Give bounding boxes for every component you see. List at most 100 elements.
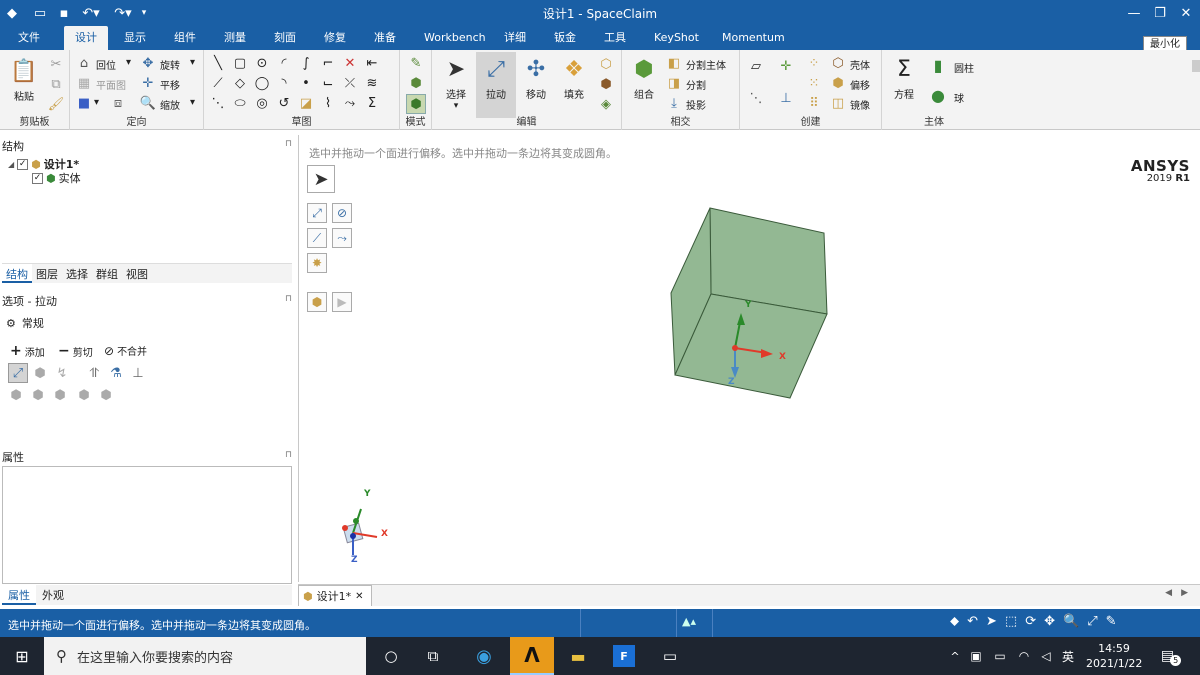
copy-icon[interactable]: ⧉ bbox=[48, 76, 64, 92]
split-body-button[interactable]: 分割主体 bbox=[686, 57, 726, 72]
no-merge-option[interactable]: ⊘ 不合并 bbox=[104, 343, 147, 359]
cortana-icon[interactable]: ○ bbox=[372, 637, 410, 675]
blend-icon[interactable]: ⬡ bbox=[598, 56, 614, 72]
notification-icon[interactable]: ▤ 5 bbox=[1156, 637, 1186, 675]
offset-button[interactable]: 偏移 bbox=[850, 77, 870, 92]
tab-momentum[interactable]: Momentum bbox=[716, 26, 791, 50]
select-mode-icon[interactable]: ⬥ bbox=[950, 614, 959, 629]
undo-select-icon[interactable]: ↶ bbox=[967, 614, 978, 629]
face-curve-icon[interactable]: ◪ bbox=[298, 95, 314, 111]
option-b-icon[interactable]: ⬢ bbox=[30, 387, 46, 403]
sketch-mode-icon[interactable]: ✎ bbox=[408, 55, 424, 71]
split-body-icon[interactable]: ◧ bbox=[666, 55, 682, 71]
pull-option-icon[interactable]: ⬢ bbox=[32, 365, 48, 381]
circle-icon[interactable]: ⊙ bbox=[254, 55, 270, 71]
fill-button[interactable]: ❖ 填充 bbox=[556, 54, 592, 102]
tweak-face-icon[interactable]: ◈ bbox=[598, 96, 614, 112]
plane-view-icon[interactable]: ▦ bbox=[76, 75, 92, 91]
home-icon[interactable]: ⌂ bbox=[76, 55, 92, 71]
plane-icon[interactable]: ▱ bbox=[748, 58, 764, 74]
expand-icon[interactable]: ◢ bbox=[8, 160, 14, 169]
option-e-icon[interactable]: ⬢ bbox=[98, 387, 114, 403]
tab-scroll-right-icon[interactable]: ▶ bbox=[1181, 588, 1188, 598]
draft-option-icon[interactable]: ⚗ bbox=[108, 365, 124, 381]
cursor-mode-icon[interactable]: ➤ bbox=[986, 614, 997, 629]
construction-line-icon[interactable]: ⋱ bbox=[210, 95, 226, 111]
tab-keyshot[interactable]: KeyShot bbox=[648, 26, 705, 50]
wifi-icon[interactable]: ◠ bbox=[1014, 637, 1034, 675]
task-view-icon[interactable]: ⧉ bbox=[414, 637, 452, 675]
sphere-button[interactable]: 球 bbox=[954, 90, 964, 105]
up-to-tool-icon[interactable]: ⤳ bbox=[332, 228, 352, 248]
line-icon[interactable]: ╲ bbox=[210, 55, 226, 71]
sketch-status-icon[interactable]: ✎ bbox=[1106, 614, 1117, 629]
next-tool-icon[interactable]: ▶ bbox=[332, 292, 352, 312]
pan-icon[interactable]: ✛ bbox=[140, 75, 156, 91]
snap-view-icon[interactable]: ⧈ bbox=[110, 95, 126, 111]
circular-pattern-icon[interactable]: ⁙ bbox=[806, 75, 822, 91]
edge-icon[interactable]: ◉ bbox=[462, 637, 506, 675]
pull-status-icon[interactable]: ⤢ bbox=[1087, 614, 1097, 629]
tab-workbench[interactable]: Workbench bbox=[418, 26, 492, 50]
orientation-triad[interactable] bbox=[337, 495, 397, 570]
section-mode-icon[interactable]: ⬢ bbox=[408, 75, 424, 91]
project-icon[interactable]: ⤓ bbox=[666, 95, 682, 111]
tab-display[interactable]: 显示 bbox=[118, 26, 152, 50]
tab-layers[interactable]: 图层 bbox=[32, 264, 62, 283]
coordinate-system-icon[interactable]: ⊥ bbox=[778, 90, 794, 106]
box-select-icon[interactable]: ⬚ bbox=[1005, 614, 1017, 629]
view-dropdown-icon[interactable]: ▾ bbox=[94, 97, 99, 108]
arc-icon[interactable]: ◜ bbox=[276, 55, 292, 71]
cylinder-button[interactable]: 圆柱 bbox=[954, 60, 974, 75]
pin-icon[interactable]: ⊓ bbox=[285, 294, 292, 304]
tree-item-solid[interactable]: ✓ ⬢ 实体 bbox=[32, 170, 81, 186]
corner-icon[interactable]: ⌙ bbox=[320, 75, 336, 91]
axis-icon[interactable]: ⋱ bbox=[748, 90, 764, 106]
tab-selection[interactable]: 选择 bbox=[62, 264, 92, 283]
ellipse-icon[interactable]: ⬭ bbox=[232, 95, 248, 111]
3d-mode-icon[interactable]: ⬢ bbox=[406, 94, 426, 114]
taskbar-search[interactable]: ⚲ 在这里输入你要搜索的内容 bbox=[44, 637, 366, 675]
select-face-tool-icon[interactable]: ⊘ bbox=[332, 203, 352, 223]
tab-detail[interactable]: 详细 bbox=[498, 26, 532, 50]
pin-icon[interactable]: ⊓ bbox=[285, 139, 292, 149]
offset-curve-icon[interactable]: ≋ bbox=[364, 75, 380, 91]
sweep-option-icon[interactable]: ⥣ bbox=[86, 365, 102, 381]
trim-icon[interactable]: ✕ bbox=[342, 55, 358, 71]
doc-tab-design1[interactable]: ⬢ 设计1* ✕ bbox=[298, 585, 372, 606]
add-option[interactable]: + 添加 bbox=[10, 343, 45, 359]
visibility-checkbox[interactable]: ✓ bbox=[32, 172, 43, 184]
file-explorer-icon[interactable]: ▬ bbox=[558, 637, 598, 675]
spin-icon[interactable]: ⟳ bbox=[1025, 614, 1036, 629]
spaceclaim-taskbar-icon[interactable]: Λ bbox=[510, 637, 554, 675]
input-language[interactable]: 英 bbox=[1058, 637, 1078, 675]
complete-tool-icon[interactable]: ⬢ bbox=[307, 292, 327, 312]
offset-icon[interactable]: ⬢ bbox=[830, 75, 846, 91]
zoom-dropdown-icon[interactable]: ▾ bbox=[190, 97, 195, 108]
zoom-icon[interactable]: 🔍 bbox=[140, 95, 156, 111]
tab-structure[interactable]: 结构 bbox=[2, 264, 32, 283]
option-d-icon[interactable]: ⬢ bbox=[76, 387, 92, 403]
plane-view-button[interactable]: 平面图 bbox=[96, 77, 126, 92]
split-icon[interactable]: ◨ bbox=[666, 75, 682, 91]
cut-icon[interactable]: ✂ bbox=[48, 56, 64, 72]
zoom-button[interactable]: 缩放 bbox=[160, 97, 180, 112]
start-icon[interactable]: ⊞ bbox=[0, 637, 44, 675]
rotate-icon[interactable]: ✥ bbox=[140, 55, 156, 71]
fill-pattern-icon[interactable]: ⠿ bbox=[806, 95, 822, 111]
select-direction-tool-icon[interactable]: ⤢ bbox=[307, 203, 327, 223]
tangent-line-icon[interactable]: ⟋ bbox=[210, 75, 226, 91]
tab-groups[interactable]: 群组 bbox=[92, 264, 122, 283]
extend-icon[interactable]: ⤳ bbox=[342, 95, 358, 111]
bend-icon[interactable]: ⌇ bbox=[320, 95, 336, 111]
foxit-icon[interactable]: F bbox=[604, 637, 644, 675]
fillet-icon[interactable]: ⌐ bbox=[320, 55, 336, 71]
cut-option[interactable]: − 剪切 bbox=[58, 343, 93, 359]
point-icon[interactable]: • bbox=[298, 75, 314, 91]
tab-measure[interactable]: 测量 bbox=[218, 26, 252, 50]
revolve-option-icon[interactable]: ↯ bbox=[54, 365, 70, 381]
option-a-icon[interactable]: ⬢ bbox=[8, 387, 24, 403]
mirror-button[interactable]: 镜像 bbox=[850, 97, 870, 112]
pin-icon[interactable]: ⊓ bbox=[285, 450, 292, 460]
tab-views[interactable]: 视图 bbox=[122, 264, 152, 283]
